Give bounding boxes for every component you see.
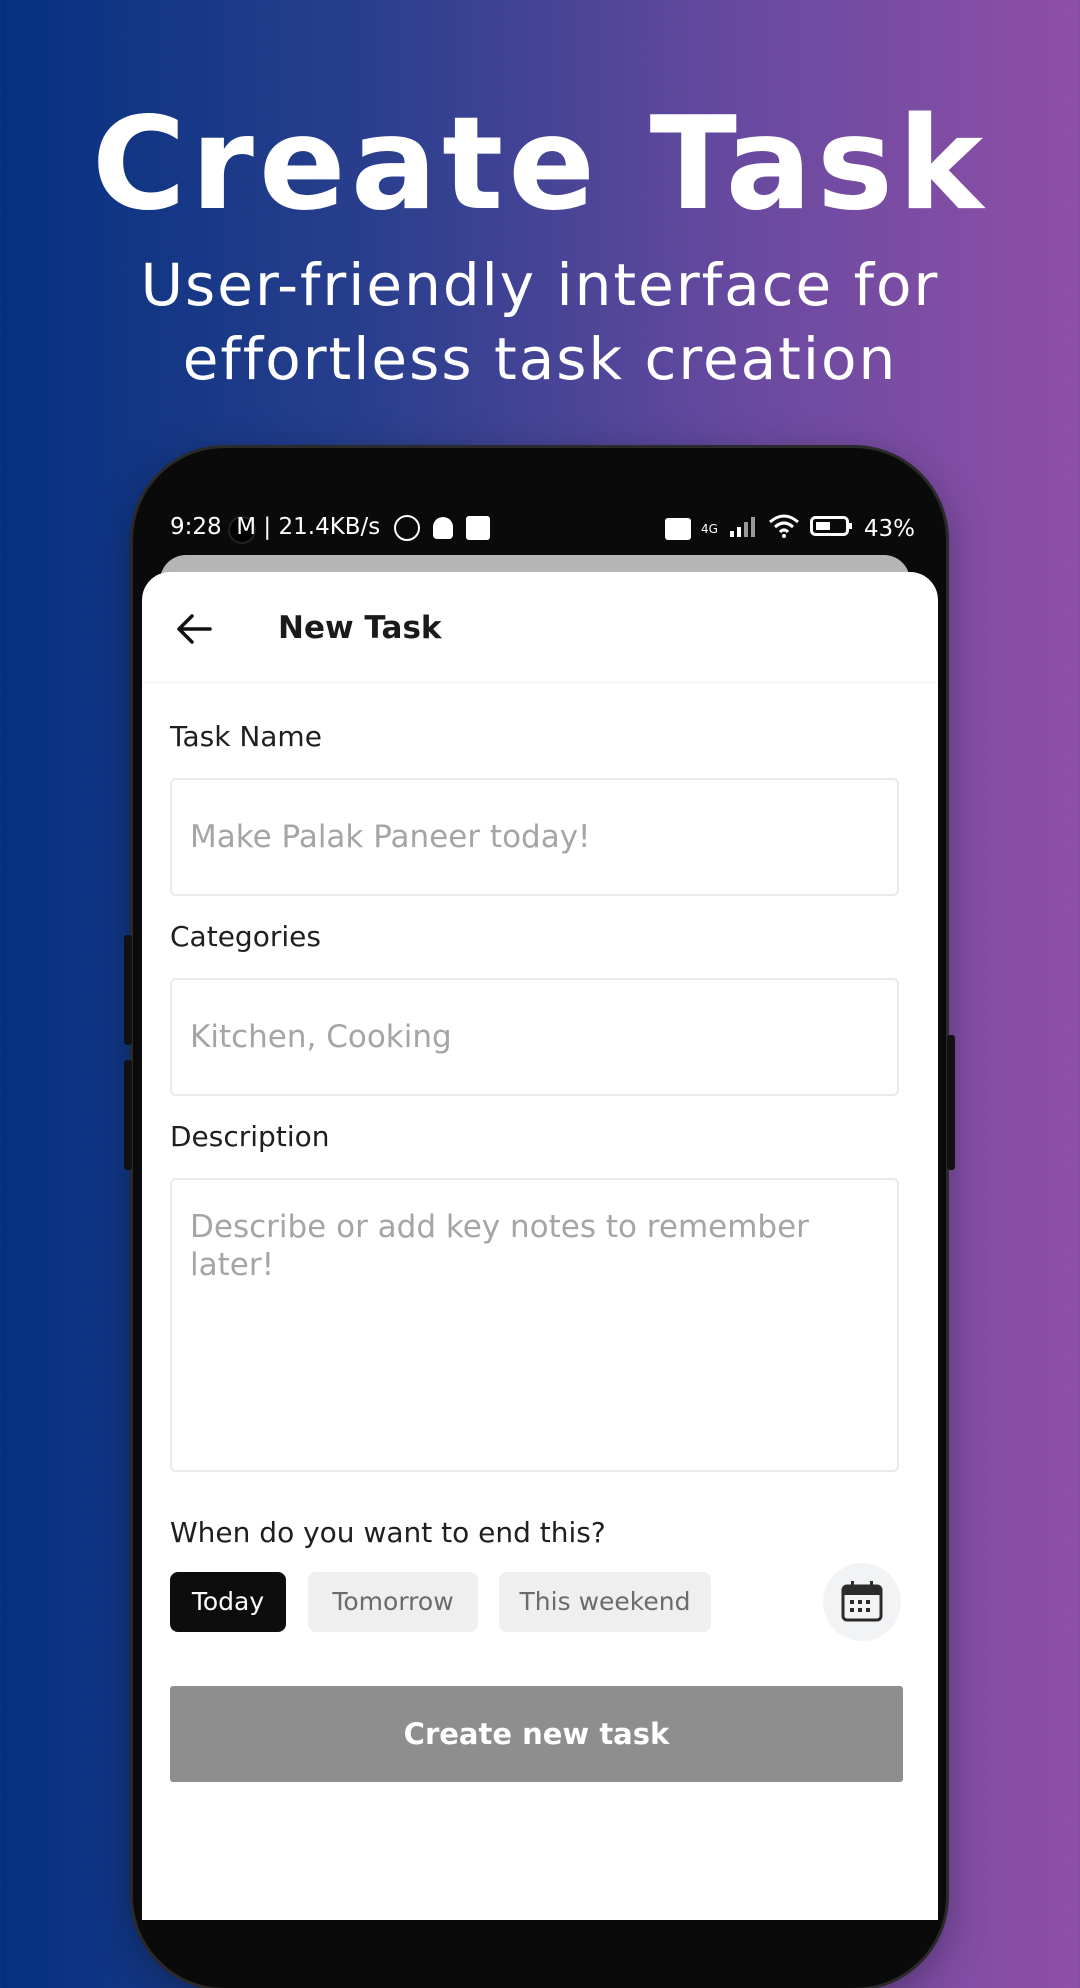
- categories-input[interactable]: Kitchen, Cooking: [170, 978, 899, 1096]
- wifi-icon: [768, 514, 800, 544]
- categories-label: Categories: [170, 920, 321, 953]
- end-date-question: When do you want to end this?: [170, 1516, 606, 1549]
- status-time-speed: 9:28 M | 21.4KB/s: [170, 514, 491, 541]
- promo-subhead-line2: effortless task creation: [182, 325, 898, 393]
- arrow-left-icon: [177, 614, 212, 644]
- option-this-weekend[interactable]: This weekend: [499, 1572, 711, 1632]
- description-label: Description: [170, 1120, 330, 1153]
- app-screen: New Task Task Name Make Palak Paneer tod…: [142, 572, 938, 1920]
- battery-percent: 43%: [863, 516, 915, 542]
- app-bar: New Task: [142, 572, 938, 683]
- status-right: 4G 43%: [664, 514, 915, 544]
- volume-up-button: [124, 935, 132, 1045]
- whatsapp-icon: [393, 514, 420, 541]
- calendar-icon: [841, 1581, 883, 1622]
- promo-subhead: User-friendly interface for effortless t…: [0, 248, 1080, 396]
- snapchat-icon: [432, 516, 453, 539]
- volte-icon: [664, 518, 691, 540]
- option-today[interactable]: Today: [170, 1572, 286, 1632]
- status-time-text: 9:28 M | 21.4KB/s: [170, 514, 381, 540]
- promo-subhead-line1: User-friendly interface for: [140, 251, 940, 319]
- task-name-label: Task Name: [170, 720, 322, 753]
- promo-headline: Create Task: [91, 90, 989, 239]
- task-name-input[interactable]: Make Palak Paneer today!: [170, 778, 899, 896]
- signal-icon: [728, 515, 758, 543]
- battery-icon: [809, 514, 854, 544]
- network-label: 4G: [700, 522, 718, 536]
- volume-down-button: [124, 1060, 132, 1170]
- notification-image-icon: [466, 515, 491, 540]
- power-button: [947, 1035, 955, 1170]
- status-bar: 9:28 M | 21.4KB/s 4G 43%: [170, 508, 915, 550]
- page-title: New Task: [278, 610, 442, 646]
- option-tomorrow[interactable]: Tomorrow: [308, 1572, 478, 1632]
- description-textarea[interactable]: Describe or add key notes to remember la…: [170, 1178, 899, 1472]
- calendar-button[interactable]: [823, 1563, 901, 1641]
- back-button[interactable]: [172, 607, 216, 651]
- create-task-button[interactable]: Create new task: [170, 1686, 903, 1782]
